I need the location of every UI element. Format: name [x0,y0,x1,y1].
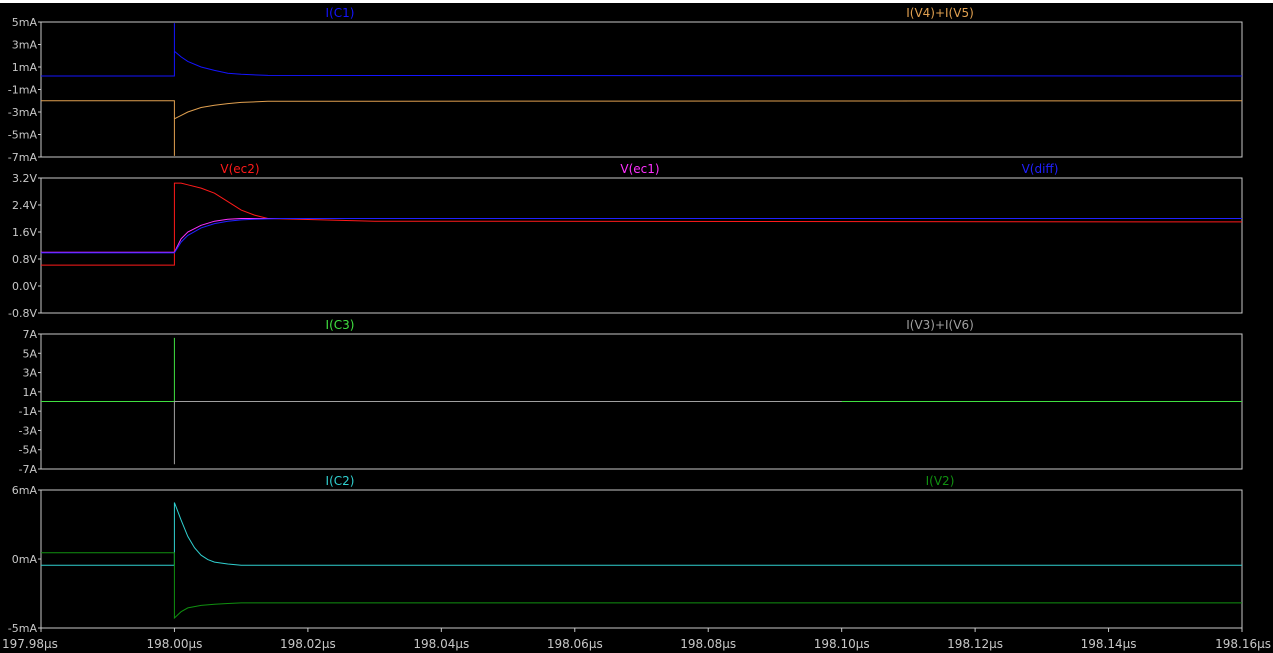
pane-2-frame [40,177,1243,314]
series-label: I(C2) [326,474,355,488]
x-tick-label: 198.08µs [680,637,736,651]
pane-1-ytick-label: 1mA [12,61,38,74]
x-tick-label: 198.04µs [413,637,469,651]
series-label: I(V4)+I(V5) [906,6,974,20]
pane-2-ytick-label: 0.8V [12,253,37,266]
pane-2-ytick-label: 1.6V [12,226,37,239]
series-line-v-diff- [41,218,1242,254]
pane-2-ytick-label: 3.2V [12,172,37,185]
series-label: V(ec2) [220,162,259,176]
pane-4-ytick-label: 6mA [12,484,38,497]
series-line-v-ec1- [41,218,282,253]
x-tick-label: 198.12µs [947,637,1003,651]
pane-2-ytick-label: -0.8V [8,307,37,320]
pane-3-ytick-label: -3A [19,424,38,437]
pane-4-ytick-label: -5mA [8,622,38,635]
pane-2-ytick-label: 0.0V [12,280,37,293]
pane-4-ytick-label: 0mA [12,553,38,566]
pane-3-ytick-label: -7A [19,463,38,476]
series-line-v-ec2- [41,182,1243,266]
series-label: I(V2) [926,474,955,488]
pane-2-ytick-label: 2.4V [12,199,37,212]
x-tick-label: 197.98µs [2,637,58,651]
pane-3-ytick-label: 7A [22,328,37,341]
pane-1-ytick-label: -5mA [8,129,38,142]
pane-1-ytick-label: 3mA [12,39,38,52]
series-label: I(C1) [326,6,355,20]
series-label: V(ec1) [620,162,659,176]
series-line-i-v3-i-v6- [173,401,842,465]
pane-4-frame [40,489,1243,629]
x-tick-label: 198.14µs [1081,637,1137,651]
series-line-i-c2- [41,502,1242,566]
series-label: I(C3) [326,318,355,332]
x-tick-label: 198.16µs [1215,637,1271,651]
pane-1-ytick-label: -7mA [8,151,38,164]
x-tick-label: 198.00µs [147,637,203,651]
pane-1-ytick-label: 5mA [12,16,38,29]
pane-3-ytick-label: 5A [22,347,37,360]
series-line-i-v2- [41,552,1242,620]
series-label: I(V3)+I(V6) [906,318,974,332]
series-label: V(diff) [1022,162,1059,176]
series-line-i-c1- [41,23,1243,77]
pane-1-ytick-label: -1mA [8,84,38,97]
x-tick-label: 198.02µs [280,637,336,651]
pane-1-frame [40,21,1243,158]
series-line-i-c3- [41,337,1242,402]
waveform-viewer[interactable]: 5mA 3mA 1mA -1mA -3mA -5mA -7mA I(C1) I(V4)+I(V5… [0,0,1273,653]
x-tick-label: 198.10µs [814,637,870,651]
pane-3-ytick-label: 1A [22,386,37,399]
pane-3-ytick-label: -1A [19,405,38,418]
pane-3-ytick-label: -5A [19,444,38,457]
pane-3-ytick-label: 3A [22,367,37,380]
x-tick-label: 198.06µs [547,637,603,651]
pane-1-ytick-label: -3mA [8,106,38,119]
series-line-i-v4-i-v5- [41,100,1243,156]
